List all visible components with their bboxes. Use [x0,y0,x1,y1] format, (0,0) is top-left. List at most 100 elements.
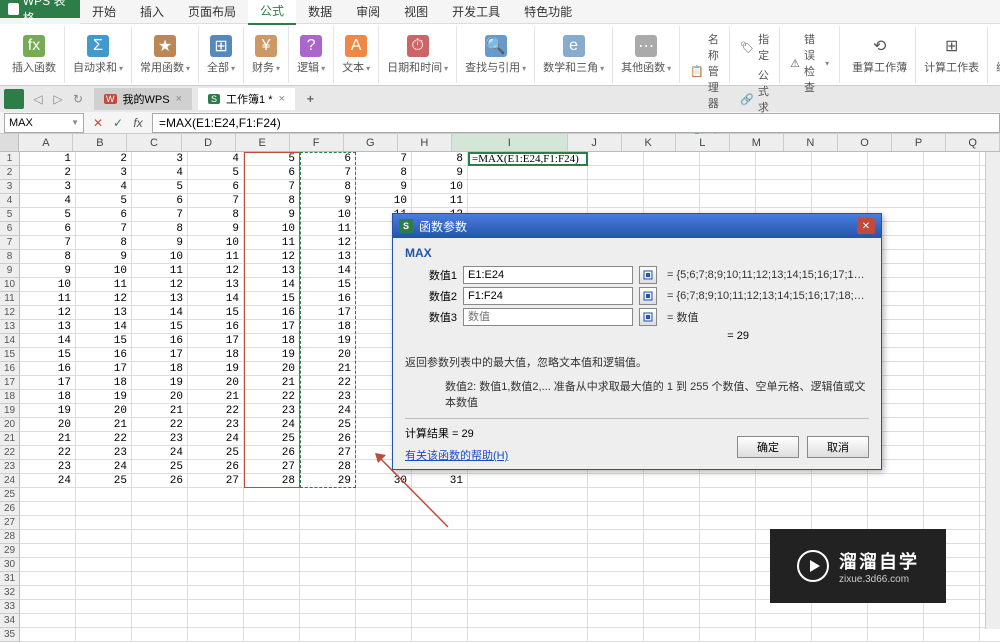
cell[interactable] [924,222,980,236]
cell[interactable] [300,600,356,614]
column-header[interactable]: C [127,134,181,151]
row-header[interactable]: 29 [0,544,20,558]
cell[interactable]: 7 [244,180,300,194]
cell[interactable] [20,600,76,614]
close-icon[interactable]: × [176,93,182,105]
cell[interactable] [468,180,588,194]
cell[interactable] [588,628,644,642]
cell[interactable]: 27 [300,446,356,460]
cell[interactable]: 8 [412,152,468,166]
cell[interactable]: 16 [132,334,188,348]
cell[interactable] [924,502,980,516]
column-header[interactable]: B [73,134,127,151]
cell[interactable] [356,628,412,642]
cell[interactable]: 24 [132,446,188,460]
cell[interactable] [20,502,76,516]
cell[interactable] [188,600,244,614]
cell[interactable] [756,180,812,194]
cell[interactable] [700,194,756,208]
cell[interactable] [924,166,980,180]
cell[interactable] [76,558,132,572]
cell[interactable] [812,614,868,628]
cell[interactable] [588,180,644,194]
cell[interactable]: 10 [20,278,76,292]
cell[interactable] [644,572,700,586]
ribbon-button[interactable]: Σ自动求和▾ [65,26,132,83]
cell[interactable] [356,572,412,586]
cell[interactable] [132,488,188,502]
cell[interactable]: 24 [76,460,132,474]
cancel-formula-button[interactable]: ✕ [90,115,106,131]
cell[interactable] [924,278,980,292]
cell[interactable]: 7 [356,152,412,166]
cell[interactable] [76,530,132,544]
cell[interactable]: 11 [20,292,76,306]
row-header[interactable]: 17 [0,376,20,390]
cell[interactable]: 23 [76,446,132,460]
column-header[interactable]: E [236,134,290,151]
cell[interactable] [20,586,76,600]
cell[interactable] [756,516,812,530]
cell[interactable] [924,306,980,320]
cell[interactable]: 15 [244,292,300,306]
row-header[interactable]: 2 [0,166,20,180]
cell[interactable] [132,628,188,642]
cell[interactable] [412,516,468,530]
formula-input[interactable]: =MAX(E1:E24,F1:F24) [152,113,1000,133]
cell[interactable] [756,628,812,642]
cell[interactable]: 21 [20,432,76,446]
cell[interactable] [700,516,756,530]
cell[interactable] [412,586,468,600]
cell[interactable]: 8 [132,222,188,236]
cell[interactable]: 20 [132,390,188,404]
cell[interactable]: 15 [188,306,244,320]
column-header[interactable]: N [784,134,838,151]
cell[interactable] [188,530,244,544]
cell[interactable]: 6 [188,180,244,194]
cell[interactable] [812,474,868,488]
cell[interactable] [468,628,588,642]
cell[interactable] [700,628,756,642]
cell[interactable] [700,502,756,516]
cell[interactable]: 2 [76,152,132,166]
cell[interactable]: 9 [20,264,76,278]
cell[interactable]: 10 [412,180,468,194]
cell[interactable]: 18 [132,362,188,376]
cell[interactable] [756,194,812,208]
cell[interactable] [924,264,980,278]
cell[interactable] [812,502,868,516]
cell[interactable] [588,166,644,180]
cell[interactable]: 14 [132,306,188,320]
cell[interactable] [924,376,980,390]
nav-fwd-icon[interactable]: ▷ [50,91,66,107]
cell[interactable] [300,628,356,642]
cell[interactable] [924,488,980,502]
ribbon-button[interactable]: ⋯其他函数▾ [613,26,680,83]
cell[interactable] [468,516,588,530]
cell[interactable]: 22 [20,446,76,460]
ribbon-button[interactable]: ★常用函数▾ [132,26,199,83]
column-header[interactable]: K [622,134,676,151]
cell[interactable] [644,586,700,600]
cell[interactable]: 5 [20,208,76,222]
cell[interactable]: 26 [188,460,244,474]
cell[interactable]: 24 [244,418,300,432]
cell[interactable]: 7 [188,194,244,208]
column-header[interactable]: G [344,134,398,151]
row-header[interactable]: 6 [0,222,20,236]
row-header[interactable]: 15 [0,348,20,362]
cell[interactable] [132,544,188,558]
cell[interactable]: 18 [20,390,76,404]
cell[interactable] [924,628,980,642]
cell[interactable] [412,600,468,614]
row-header[interactable]: 20 [0,418,20,432]
cell[interactable]: 2 [20,166,76,180]
cell[interactable]: 9 [76,250,132,264]
cell[interactable] [244,516,300,530]
cell[interactable] [132,614,188,628]
cell[interactable]: 22 [188,404,244,418]
cell[interactable]: 23 [20,460,76,474]
ok-button[interactable]: 确定 [737,436,799,458]
cell[interactable]: 14 [20,334,76,348]
cell[interactable]: 18 [188,348,244,362]
